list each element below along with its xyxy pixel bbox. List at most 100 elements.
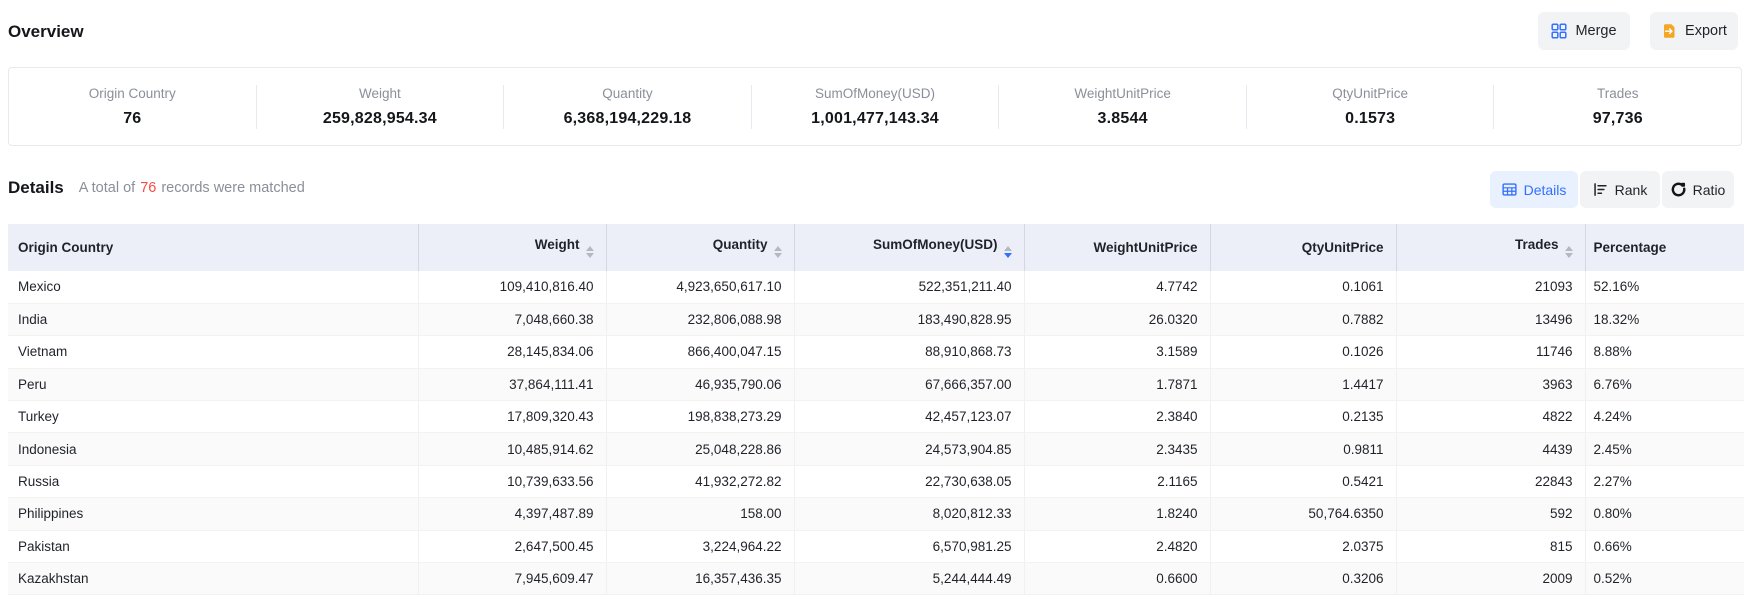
export-button[interactable]: Export <box>1650 12 1738 50</box>
sort-control[interactable] <box>774 246 782 258</box>
tab-ratio[interactable]: Ratio <box>1662 171 1734 208</box>
cell-percentage: 0.80% <box>1585 498 1744 530</box>
cell-weight: 4,397,487.89 <box>418 498 606 530</box>
stat-label: Weight <box>257 86 504 101</box>
cell-origin-country: Peru <box>8 368 418 400</box>
stat-weight: Weight 259,828,954.34 <box>257 86 504 128</box>
stat-value: 0.1573 <box>1247 110 1494 128</box>
column-header-sum-of-money[interactable]: SumOfMoney(USD) <box>794 224 1024 271</box>
records-summary: A total of76records were matched <box>79 180 305 196</box>
cell-weight: 37,864,111.41 <box>418 368 606 400</box>
cell-weight-unit-price: 1.7871 <box>1024 368 1210 400</box>
caret-down-icon <box>1565 253 1573 258</box>
cell-qty-unit-price: 50,764.6350 <box>1210 498 1396 530</box>
table-body: Mexico109,410,816.404,923,650,617.10522,… <box>8 271 1744 595</box>
cell-weight: 17,809,320.43 <box>418 401 606 433</box>
cell-trades: 592 <box>1396 498 1585 530</box>
stat-sum-of-money: SumOfMoney(USD) 1,001,477,143.34 <box>752 86 999 128</box>
tab-details[interactable]: Details <box>1490 171 1578 208</box>
cell-weight: 2,647,500.45 <box>418 530 606 562</box>
cell-weight: 10,739,633.56 <box>418 465 606 497</box>
cell-weight-unit-price: 2.4820 <box>1024 530 1210 562</box>
view-tab-group: Details Rank Ratio <box>1490 171 1734 208</box>
cell-sum-of-money: 5,244,444.49 <box>794 563 1024 595</box>
cell-trades: 21093 <box>1396 271 1585 303</box>
cell-quantity: 866,400,047.15 <box>606 336 794 368</box>
stat-trades: Trades 97,736 <box>1494 86 1741 128</box>
cell-trades: 13496 <box>1396 303 1585 335</box>
table-grid-icon <box>1502 182 1517 197</box>
table-row: Kazakhstan7,945,609.4716,357,436.355,244… <box>8 563 1744 595</box>
cell-quantity: 46,935,790.06 <box>606 368 794 400</box>
caret-down-icon <box>586 253 594 258</box>
cell-weight-unit-price: 3.1589 <box>1024 336 1210 368</box>
cell-weight: 10,485,914.62 <box>418 433 606 465</box>
stat-label: Quantity <box>504 86 751 101</box>
column-header-trades[interactable]: Trades <box>1396 224 1585 271</box>
details-title: Details <box>8 178 64 198</box>
cell-weight-unit-price: 4.7742 <box>1024 271 1210 303</box>
sort-control-active-desc[interactable] <box>1004 246 1012 258</box>
cell-weight-unit-price: 0.6600 <box>1024 563 1210 595</box>
overview-card: Origin Country 76 Weight 259,828,954.34 … <box>8 67 1742 146</box>
column-header-quantity[interactable]: Quantity <box>606 224 794 271</box>
caret-down-icon <box>774 253 782 258</box>
cell-qty-unit-price: 0.1061 <box>1210 271 1396 303</box>
cell-qty-unit-price: 0.3206 <box>1210 563 1396 595</box>
cell-origin-country: Philippines <box>8 498 418 530</box>
caret-up-icon <box>1004 246 1012 251</box>
cell-quantity: 16,357,436.35 <box>606 563 794 595</box>
stat-value: 6,368,194,229.18 <box>504 110 751 128</box>
cell-origin-country: Mexico <box>8 271 418 303</box>
cell-sum-of-money: 42,457,123.07 <box>794 401 1024 433</box>
cell-origin-country: Turkey <box>8 401 418 433</box>
stat-value: 259,828,954.34 <box>257 110 504 128</box>
cell-weight-unit-price: 1.8240 <box>1024 498 1210 530</box>
cell-sum-of-money: 24,573,904.85 <box>794 433 1024 465</box>
cell-qty-unit-price: 0.7882 <box>1210 303 1396 335</box>
column-header-weight[interactable]: Weight <box>418 224 606 271</box>
stat-label: Origin Country <box>9 86 256 101</box>
cell-sum-of-money: 8,020,812.33 <box>794 498 1024 530</box>
toolbar: Merge Export <box>1538 12 1738 50</box>
details-header: Details A total of76records were matched <box>8 168 305 208</box>
sort-control[interactable] <box>1565 246 1573 258</box>
cell-quantity: 25,048,228.86 <box>606 433 794 465</box>
table-row: Philippines4,397,487.89158.008,020,812.3… <box>8 498 1744 530</box>
cell-trades: 815 <box>1396 530 1585 562</box>
cell-trades: 2009 <box>1396 563 1585 595</box>
table-row: Indonesia10,485,914.6225,048,228.8624,57… <box>8 433 1744 465</box>
sort-control[interactable] <box>586 246 594 258</box>
export-icon <box>1661 23 1677 39</box>
summary-prefix: A total of <box>79 180 135 196</box>
cell-percentage: 18.32% <box>1585 303 1744 335</box>
cell-quantity: 232,806,088.98 <box>606 303 794 335</box>
cell-sum-of-money: 67,666,357.00 <box>794 368 1024 400</box>
cell-trades: 22843 <box>1396 465 1585 497</box>
table-row: Vietnam28,145,834.06866,400,047.1588,910… <box>8 336 1744 368</box>
records-count: 76 <box>135 180 161 196</box>
caret-up-icon <box>1565 246 1573 251</box>
cell-weight: 28,145,834.06 <box>418 336 606 368</box>
cell-sum-of-money: 522,351,211.40 <box>794 271 1024 303</box>
cell-trades: 4822 <box>1396 401 1585 433</box>
cell-sum-of-money: 88,910,868.73 <box>794 336 1024 368</box>
caret-down-icon <box>1004 253 1012 258</box>
stat-quantity: Quantity 6,368,194,229.18 <box>504 86 751 128</box>
table-row: Peru37,864,111.4146,935,790.0667,666,357… <box>8 368 1744 400</box>
cell-sum-of-money: 183,490,828.95 <box>794 303 1024 335</box>
stat-value: 1,001,477,143.34 <box>752 110 999 128</box>
export-button-label: Export <box>1685 23 1727 39</box>
cell-origin-country: Vietnam <box>8 336 418 368</box>
cell-trades: 4439 <box>1396 433 1585 465</box>
table-row: Turkey17,809,320.43198,838,273.2942,457,… <box>8 401 1744 433</box>
cell-qty-unit-price: 1.4417 <box>1210 368 1396 400</box>
merge-button[interactable]: Merge <box>1538 12 1630 50</box>
tab-rank[interactable]: Rank <box>1580 171 1660 208</box>
caret-up-icon <box>774 246 782 251</box>
cell-percentage: 2.27% <box>1585 465 1744 497</box>
cell-percentage: 4.24% <box>1585 401 1744 433</box>
stat-label: QtyUnitPrice <box>1247 86 1494 101</box>
cell-weight: 7,945,609.47 <box>418 563 606 595</box>
summary-suffix: records were matched <box>161 180 304 196</box>
